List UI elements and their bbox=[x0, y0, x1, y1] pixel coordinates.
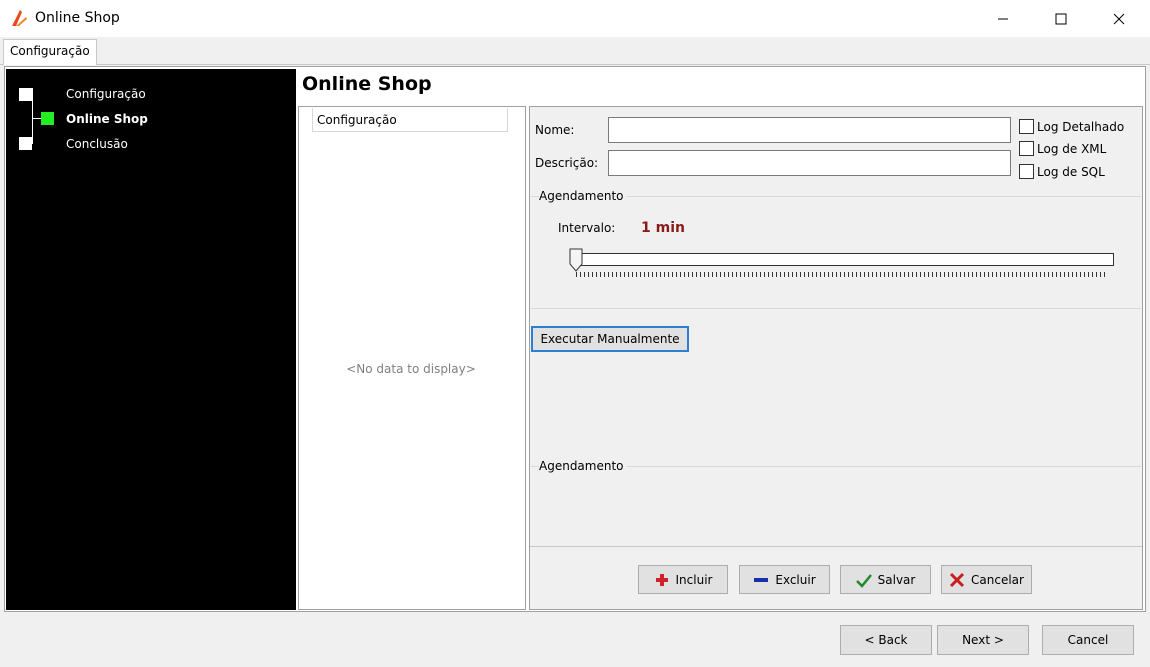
details-panel bbox=[529, 106, 1143, 610]
minimize-icon bbox=[998, 18, 1008, 19]
interval-slider-thumb[interactable] bbox=[569, 248, 583, 272]
interval-label: Intervalo: bbox=[558, 221, 616, 235]
schedule-list-group-title: Agendamento bbox=[539, 459, 627, 473]
maximize-icon bbox=[1055, 13, 1067, 24]
minus-icon bbox=[754, 577, 769, 582]
delete-button[interactable]: Excluir bbox=[739, 565, 830, 594]
tree-connector-vertical bbox=[32, 88, 33, 143]
interval-value: 1 min bbox=[641, 220, 685, 236]
interval-slider-track[interactable] bbox=[576, 253, 1114, 266]
step-marker-configuracao bbox=[19, 88, 32, 101]
log-detalhado-checkbox[interactable]: Log Detalhado bbox=[1019, 119, 1124, 134]
add-button[interactable]: Incluir bbox=[638, 565, 728, 594]
group-divider bbox=[531, 308, 1141, 309]
delete-button-label: Excluir bbox=[775, 572, 816, 587]
minimize-button[interactable] bbox=[974, 0, 1032, 37]
save-button-label: Salvar bbox=[877, 572, 916, 587]
checkbox-box[interactable] bbox=[1019, 141, 1034, 156]
step-label-configuracao[interactable]: Configuração bbox=[66, 87, 146, 101]
step-marker-conclusao bbox=[19, 137, 32, 150]
window-title: Online Shop bbox=[35, 10, 120, 26]
name-label: Nome: bbox=[535, 123, 575, 137]
plus-icon bbox=[655, 573, 668, 586]
save-button[interactable]: Salvar bbox=[840, 565, 931, 594]
grid-column-header[interactable]: Configuração bbox=[312, 108, 508, 132]
app-logo-icon bbox=[12, 10, 27, 26]
action-bar-divider bbox=[530, 546, 1142, 547]
configuration-grid[interactable] bbox=[298, 106, 526, 610]
close-button[interactable] bbox=[1090, 0, 1148, 37]
execute-manually-button[interactable]: Executar Manualmente bbox=[531, 326, 689, 352]
add-button-label: Incluir bbox=[675, 572, 713, 587]
maximize-button[interactable] bbox=[1032, 0, 1090, 37]
page-title: Online Shop bbox=[302, 73, 432, 95]
step-marker-online-shop bbox=[41, 112, 54, 125]
wizard-cancel-button[interactable]: Cancel bbox=[1042, 625, 1134, 655]
log-xml-checkbox[interactable]: Log de XML bbox=[1019, 141, 1106, 156]
checkbox-label: Log de SQL bbox=[1037, 164, 1105, 179]
tab-strip bbox=[0, 37, 1150, 65]
name-input[interactable] bbox=[608, 117, 1011, 143]
checkbox-label: Log Detalhado bbox=[1037, 119, 1125, 134]
description-label: Descrição: bbox=[535, 156, 599, 170]
grid-empty-text: <No data to display> bbox=[346, 362, 476, 376]
checkbox-box[interactable] bbox=[1019, 119, 1034, 134]
close-icon bbox=[1113, 13, 1125, 24]
step-label-online-shop[interactable]: Online Shop bbox=[66, 112, 148, 126]
checkmark-icon bbox=[855, 573, 872, 588]
slider-ticks bbox=[576, 272, 1108, 277]
cancel-action-button[interactable]: Cancelar bbox=[941, 565, 1032, 594]
tree-connector bbox=[32, 118, 41, 119]
description-input[interactable] bbox=[608, 150, 1011, 176]
log-sql-checkbox[interactable]: Log de SQL bbox=[1019, 164, 1105, 179]
back-button[interactable]: < Back bbox=[840, 625, 932, 655]
wizard-steps-panel: Configuração Online Shop Conclusão bbox=[6, 69, 296, 610]
cancel-action-label: Cancelar bbox=[971, 572, 1024, 587]
checkbox-label: Log de XML bbox=[1037, 141, 1107, 156]
step-label-conclusao[interactable]: Conclusão bbox=[66, 137, 128, 151]
x-icon bbox=[949, 572, 965, 587]
schedule-group-title: Agendamento bbox=[539, 189, 627, 203]
tab-configuracao[interactable]: Configuração bbox=[3, 39, 97, 65]
next-button[interactable]: Next > bbox=[937, 625, 1029, 655]
checkbox-box[interactable] bbox=[1019, 164, 1034, 179]
